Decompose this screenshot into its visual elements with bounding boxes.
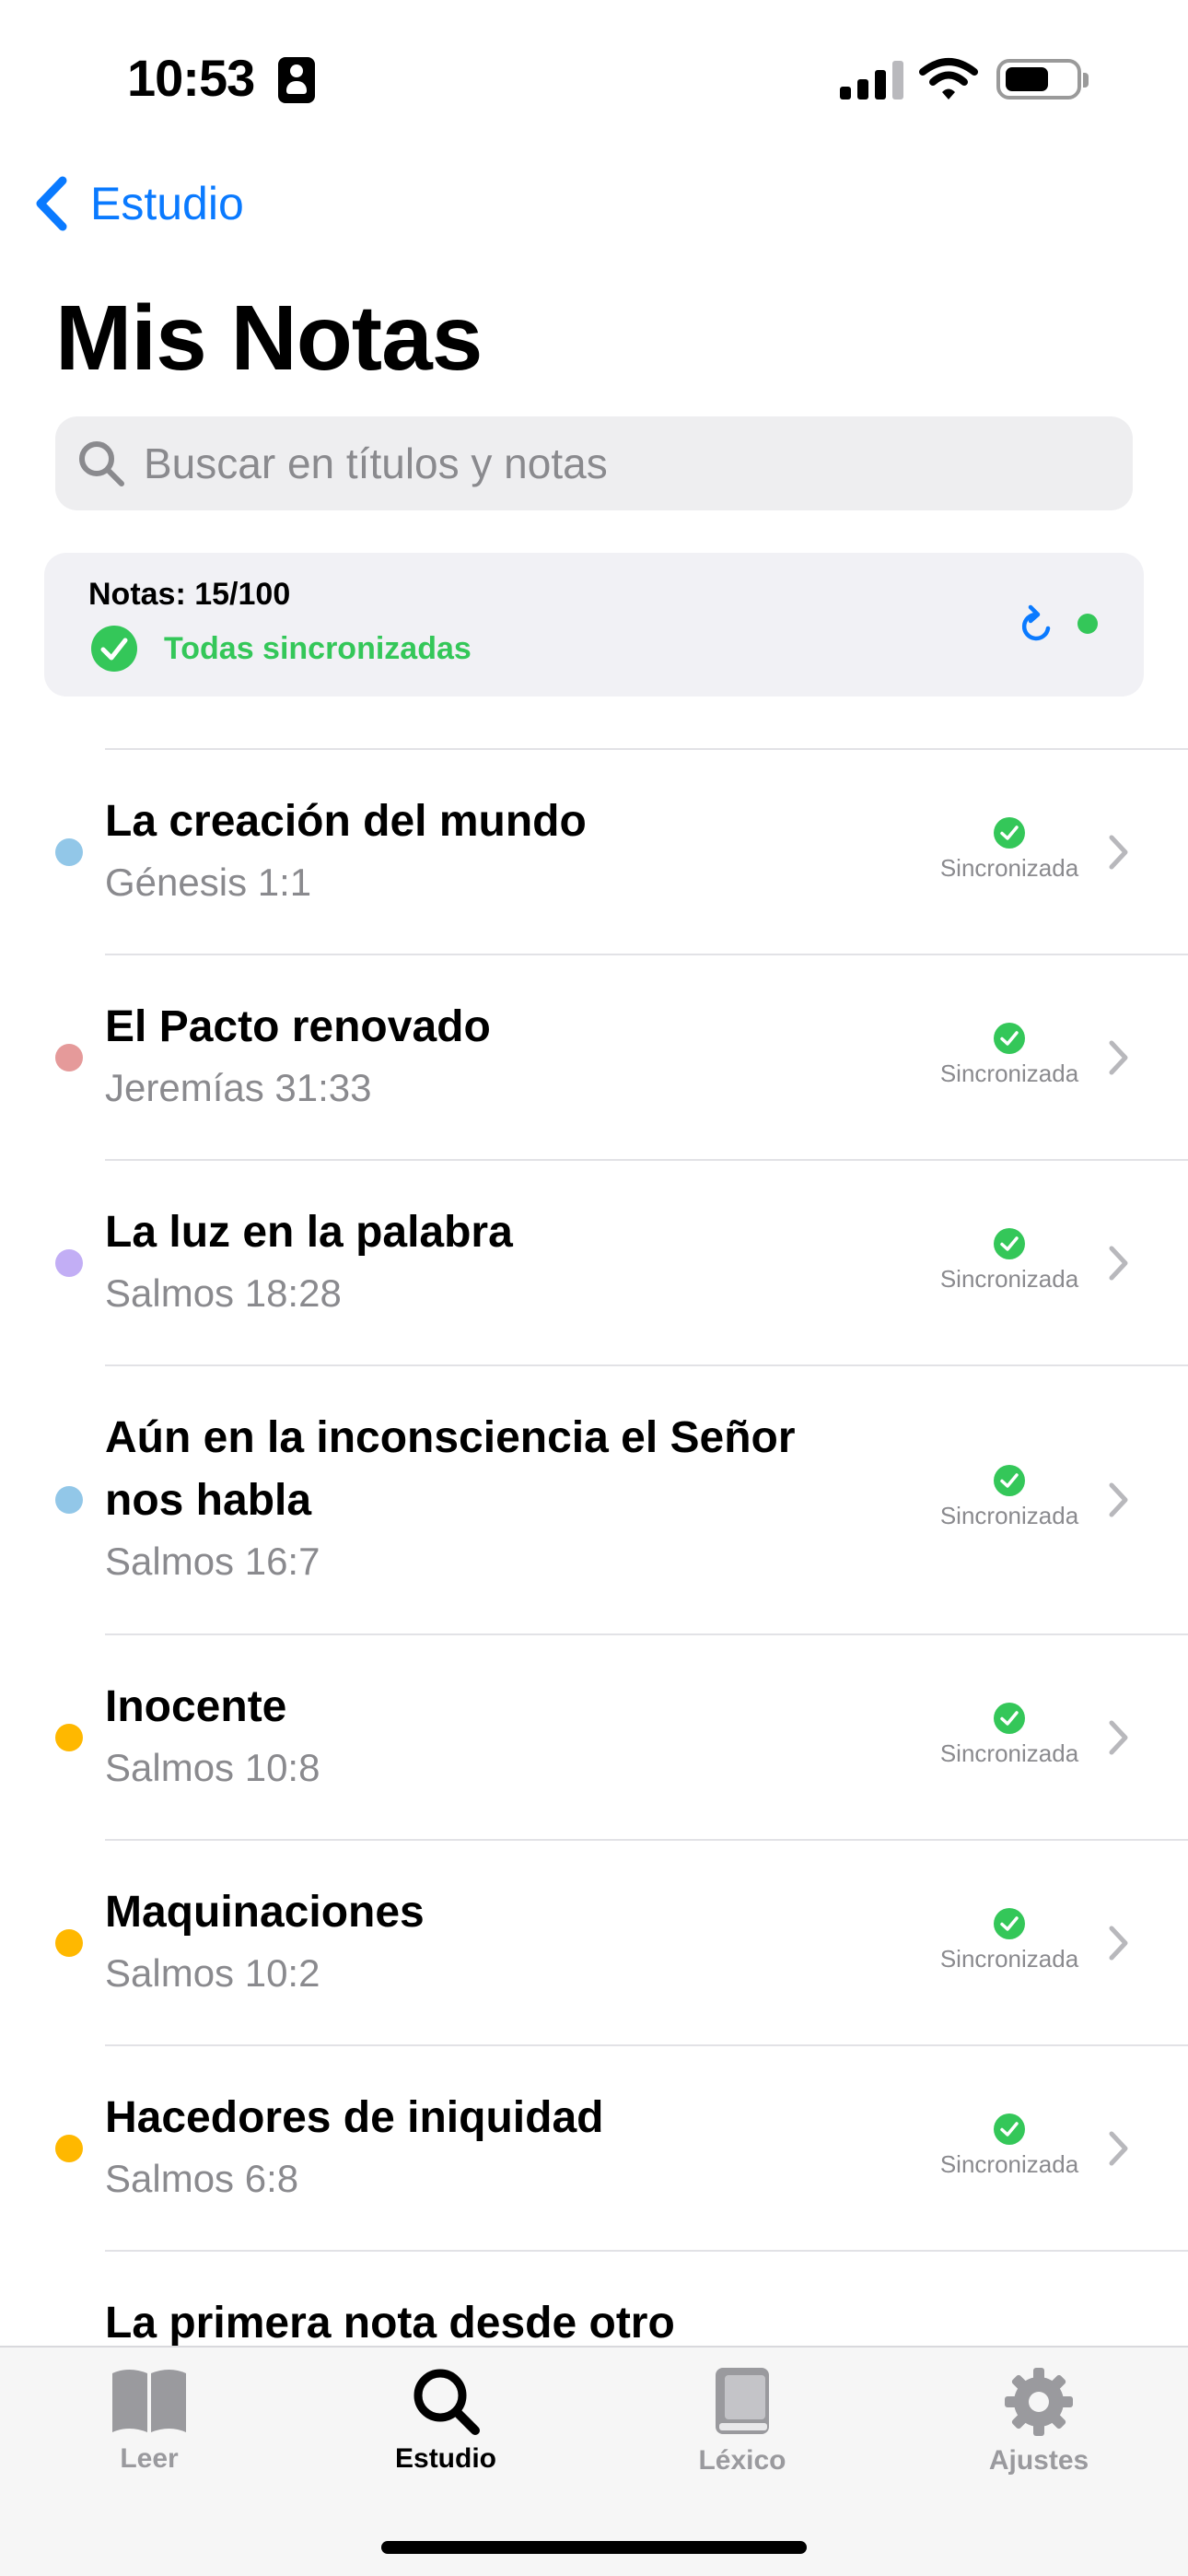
note-title: Hacedores de iniquidad xyxy=(105,2093,604,2142)
note-reference: Salmos 10:2 xyxy=(105,1951,320,1995)
book-open-icon xyxy=(112,2370,186,2432)
note-sync-label: Sincronizada xyxy=(939,1059,1079,1087)
note-sync-status: Sincronizada xyxy=(926,2113,1092,2179)
chevron-right-icon xyxy=(1109,1720,1128,1754)
focus-mode-icon xyxy=(278,57,315,103)
battery-icon xyxy=(996,59,1089,100)
note-sync-status: Sincronizada xyxy=(926,1907,1092,1973)
note-reference: Salmos 16:7 xyxy=(105,1540,320,1583)
check-circle-icon xyxy=(994,816,1025,849)
note-sync-status: Sincronizada xyxy=(926,1227,1092,1294)
note-text: Hacedores de iniquidad Salmos 6:8 xyxy=(105,2087,860,2208)
note-sync-status: Sincronizada xyxy=(926,1702,1092,1768)
note-sync-status: Sincronizada xyxy=(926,1022,1092,1088)
back-button[interactable]: Estudio xyxy=(33,175,244,232)
sync-summary-card: Notas: 15/100 Todas sincronizadas xyxy=(44,553,1144,697)
check-circle-icon xyxy=(994,1907,1025,1939)
note-sync-label: Sincronizada xyxy=(939,2149,1079,2178)
chevron-right-icon xyxy=(1109,835,1128,869)
check-circle-icon xyxy=(994,1227,1025,1259)
cellular-signal-icon xyxy=(840,61,904,100)
note-color-dot xyxy=(55,2134,83,2162)
note-text: La luz en la palabra Salmos 18:28 xyxy=(105,1201,860,1323)
note-title: Maquinaciones xyxy=(105,1888,425,1937)
note-row[interactable]: La creación del mundo Génesis 1:1 Sincroni… xyxy=(0,750,1188,954)
note-color-dot xyxy=(55,1928,83,1957)
note-title: Aún en la inconsciencia el Señor nos hab… xyxy=(105,1413,796,1525)
check-circle-icon xyxy=(994,1465,1025,1496)
note-text: Aún en la inconsciencia el Señor nos hab… xyxy=(105,1407,860,1591)
status-time: 10:53 xyxy=(127,49,255,107)
back-button-label: Estudio xyxy=(90,178,244,229)
note-sync-label: Sincronizada xyxy=(939,1944,1079,1973)
tab-ajustes[interactable]: Ajustes xyxy=(928,2366,1149,2476)
note-text: La creación del mundo Génesis 1:1 xyxy=(105,790,860,912)
search-icon xyxy=(413,2369,480,2435)
note-sync-label: Sincronizada xyxy=(939,853,1079,882)
note-text: Maquinaciones Salmos 10:2 xyxy=(105,1881,860,2003)
gear-icon xyxy=(1005,2368,1073,2436)
search-input[interactable] xyxy=(144,439,1111,488)
search-icon xyxy=(79,441,124,486)
home-indicator xyxy=(381,2541,807,2554)
note-title: La creación del mundo xyxy=(105,797,587,846)
note-text: El Pacto renovado Jeremías 31:33 xyxy=(105,996,860,1118)
notes-screen: 10:53 Estudio Mis Notas Notas: 15/1 xyxy=(0,0,1188,2576)
note-color-dot xyxy=(55,837,83,866)
tab-ajustes-label: Ajustes xyxy=(988,2445,1089,2476)
chevron-right-icon xyxy=(1109,1040,1128,1074)
note-title: Inocente xyxy=(105,1682,287,1731)
note-row[interactable]: Maquinaciones Salmos 10:2 Sincronizada xyxy=(0,1841,1188,2044)
check-circle-icon xyxy=(91,626,137,672)
wifi-icon xyxy=(919,58,978,100)
chevron-left-icon xyxy=(36,176,67,231)
note-title: La luz en la palabra xyxy=(105,1208,513,1257)
chevron-right-icon xyxy=(1109,1482,1128,1517)
note-reference: Jeremías 31:33 xyxy=(105,1066,372,1109)
book-closed-icon xyxy=(716,2368,769,2434)
note-title: El Pacto renovado xyxy=(105,1002,491,1051)
tab-lexico-label: Léxico xyxy=(698,2445,786,2476)
note-sync-label: Sincronizada xyxy=(939,1264,1079,1293)
tab-lexico[interactable]: Léxico xyxy=(632,2366,853,2476)
note-sync-status: Sincronizada xyxy=(926,1465,1092,1530)
note-reference: Salmos 10:8 xyxy=(105,1746,320,1789)
chevron-right-icon xyxy=(1109,1926,1128,1960)
refresh-icon[interactable] xyxy=(1017,603,1057,647)
tab-leer-label: Leer xyxy=(120,2443,179,2474)
note-row[interactable]: Aún en la inconsciencia el Señor nos hab… xyxy=(0,1366,1188,1633)
tab-estudio[interactable]: Estudio xyxy=(335,2366,556,2475)
note-color-dot xyxy=(55,1248,83,1277)
connection-status-dot xyxy=(1077,614,1098,634)
page-title: Mis Notas xyxy=(55,287,483,390)
note-reference: Salmos 6:8 xyxy=(105,2157,299,2200)
check-circle-icon xyxy=(994,2113,1025,2145)
notes-count: Notas: 15/100 xyxy=(88,577,291,612)
notes-list: La creación del mundo Génesis 1:1 Sincroni… xyxy=(0,748,1188,2455)
tab-leer[interactable]: Leer xyxy=(39,2366,260,2475)
sync-status: Todas sincronizadas xyxy=(90,625,472,673)
status-bar: 10:53 xyxy=(0,0,1188,157)
chevron-right-icon xyxy=(1109,2131,1128,2165)
check-circle-icon xyxy=(994,1702,1025,1734)
note-reference: Salmos 18:28 xyxy=(105,1271,342,1315)
note-row[interactable]: La luz en la palabra Salmos 18:28 Sincroni… xyxy=(0,1161,1188,1364)
note-reference: Génesis 1:1 xyxy=(105,861,312,904)
note-color-dot xyxy=(55,1043,83,1071)
note-row[interactable]: Hacedores de iniquidad Salmos 6:8 Sincroni… xyxy=(0,2046,1188,2250)
note-sync-label: Sincronizada xyxy=(939,1739,1079,1767)
note-sync-status: Sincronizada xyxy=(926,816,1092,883)
note-color-dot xyxy=(55,1723,83,1751)
note-color-dot xyxy=(55,1486,83,1514)
note-row[interactable]: Inocente Salmos 10:8 Sincronizada xyxy=(0,1635,1188,1839)
note-text: Inocente Salmos 10:8 xyxy=(105,1676,860,1797)
chevron-right-icon xyxy=(1109,1246,1128,1280)
sync-status-label: Todas sincronizadas xyxy=(164,630,472,666)
tab-estudio-label: Estudio xyxy=(395,2443,496,2474)
search-bar[interactable] xyxy=(55,416,1133,510)
note-sync-label: Sincronizada xyxy=(939,1502,1079,1529)
check-circle-icon xyxy=(994,1022,1025,1054)
note-row[interactable]: El Pacto renovado Jeremías 31:33 Sincroniz… xyxy=(0,955,1188,1159)
